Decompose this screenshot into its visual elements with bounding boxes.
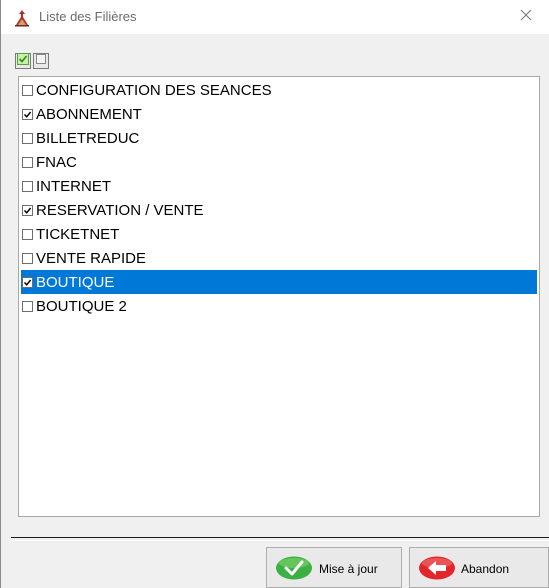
checkbox-checked[interactable] [22, 276, 33, 288]
list-item[interactable]: CONFIGURATION DES SEANCES [21, 78, 537, 102]
checkbox-unchecked[interactable] [22, 132, 33, 144]
list-item-label: VENTE RAPIDE [36, 249, 147, 267]
checkbox-unchecked[interactable] [22, 84, 33, 96]
checkbox-unchecked[interactable] [22, 180, 33, 192]
list-item-label: FNAC [36, 153, 77, 171]
list-item[interactable]: VENTE RAPIDE [21, 246, 537, 270]
back-arrow-icon [418, 556, 456, 583]
close-button[interactable] [503, 0, 549, 34]
update-button-label: Mise à jour [319, 562, 378, 576]
channel-list[interactable]: CONFIGURATION DES SEANCES ABONNEMENT BILLE… [18, 76, 540, 517]
check-all-button[interactable] [15, 53, 31, 69]
list-item-label: BOUTIQUE 2 [36, 297, 127, 315]
list-item-label: ABONNEMENT [36, 105, 142, 123]
update-button[interactable]: Mise à jour [266, 547, 402, 588]
selection-toolbar [15, 53, 49, 69]
checkbox-unchecked[interactable] [22, 228, 33, 240]
cancel-button-label: Abandon [461, 562, 510, 576]
checkbox-unchecked[interactable] [22, 300, 33, 312]
title-bar[interactable]: Liste des Filières [1, 0, 549, 34]
uncheck-all-button[interactable] [33, 53, 49, 69]
list-item[interactable]: TICKETNET [21, 222, 537, 246]
list-item[interactable]: FNAC [21, 150, 537, 174]
list-item-label: BOUTIQUE [36, 273, 115, 291]
list-item-label: TICKETNET [36, 225, 120, 243]
list-item[interactable]: BOUTIQUE [21, 270, 537, 294]
list-item[interactable]: BOUTIQUE 2 [21, 294, 537, 318]
checkbox-unchecked[interactable] [22, 252, 33, 264]
list-item[interactable]: RESERVATION / VENTE [21, 198, 537, 222]
checkmark-icon [275, 556, 313, 583]
dialog-window: Liste des Filières CONFIGURATION DES SEA… [0, 0, 549, 588]
window-title: Liste des Filières [39, 9, 137, 24]
footer-divider [11, 537, 549, 541]
list-item[interactable]: BILLETREDUC [21, 126, 537, 150]
checkbox-checked[interactable] [22, 204, 33, 216]
list-item[interactable]: ABONNEMENT [21, 102, 537, 126]
list-item-label: BILLETREDUC [36, 129, 140, 147]
list-item-label: RESERVATION / VENTE [36, 201, 204, 219]
close-icon [520, 8, 532, 26]
cancel-button[interactable]: Abandon [409, 547, 549, 588]
list-item-label: INTERNET [36, 177, 111, 195]
uncheck-all-icon [35, 52, 47, 70]
app-logo-icon [13, 9, 31, 27]
check-all-icon [17, 52, 29, 70]
checkbox-checked[interactable] [22, 108, 33, 120]
list-item-label: CONFIGURATION DES SEANCES [36, 81, 272, 99]
list-item[interactable]: INTERNET [21, 174, 537, 198]
checkbox-unchecked[interactable] [22, 156, 33, 168]
